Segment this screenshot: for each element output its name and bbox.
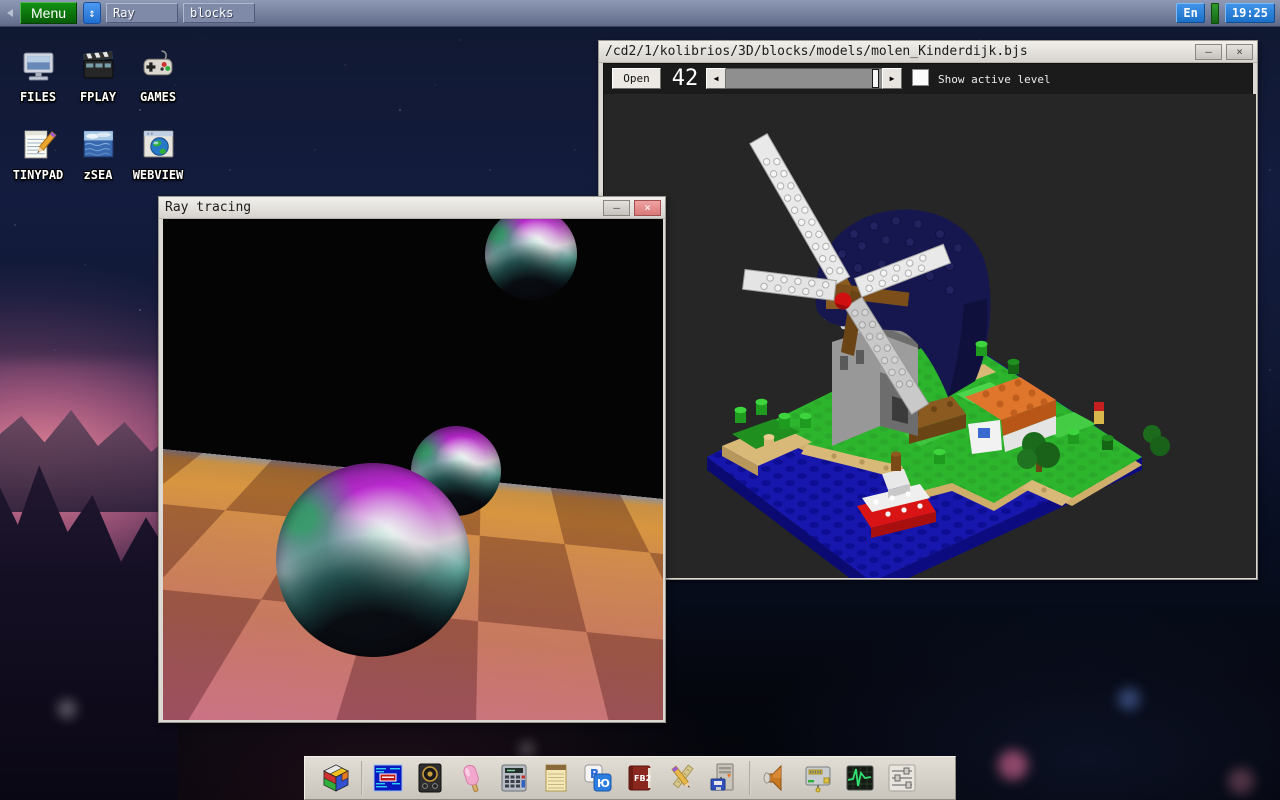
notepad-icon[interactable]	[540, 762, 572, 794]
keyboard-layout-ru-icon[interactable]: R Ю	[582, 762, 614, 794]
sphere-far	[485, 219, 577, 300]
close-button[interactable]: ×	[1226, 44, 1253, 60]
calculator-icon[interactable]	[498, 762, 530, 794]
bokeh-light	[1228, 768, 1254, 794]
open-button[interactable]: Open	[612, 68, 661, 89]
film-clapper-icon	[80, 48, 117, 85]
scroll-right-arrow-icon[interactable]: ▶	[882, 68, 902, 89]
desktop-icon-fplay[interactable]: FPLAY	[68, 48, 128, 126]
show-active-level-checkbox[interactable]	[912, 69, 929, 86]
show-active-level-label: Show active level	[938, 73, 1051, 86]
model-viewport[interactable]	[604, 94, 1256, 578]
design-tools-icon[interactable]	[666, 762, 698, 794]
taskbar-item-blocks[interactable]: blocks	[183, 3, 255, 23]
bokeh-light	[520, 742, 534, 756]
volume-icon[interactable]	[760, 762, 792, 794]
scrollbar-thumb[interactable]	[872, 69, 879, 88]
bokeh-light	[1118, 688, 1140, 710]
menu-button[interactable]: Menu	[20, 2, 77, 24]
rubik-cube-icon[interactable]	[320, 762, 352, 794]
language-indicator[interactable]: En	[1176, 3, 1204, 23]
computer-monitor-icon	[20, 48, 57, 85]
blocks-window-titlebar[interactable]: /cd2/1/kolibrios/3D/blocks/models/molen_…	[599, 41, 1257, 63]
ray-tracing-window: Ray tracing – ×	[158, 196, 666, 723]
bokeh-light	[998, 750, 1028, 780]
notepad-pencil-icon	[20, 126, 57, 163]
taskbar-clock[interactable]: 19:25	[1225, 3, 1275, 23]
desktop-icon-label: GAMES	[140, 90, 176, 104]
blocks-window: /cd2/1/kolibrios/3D/blocks/models/molen_…	[598, 40, 1258, 580]
dock-divider	[749, 761, 751, 795]
svg-text:Ю: Ю	[597, 777, 610, 790]
blocks-toolbar: Open 42 ◀ ▶ Show active level	[604, 64, 1252, 94]
bokeh-light	[58, 700, 76, 718]
lego-windmill-model	[604, 94, 1256, 578]
close-button[interactable]: ×	[634, 200, 661, 216]
blocks-window-title: /cd2/1/kolibrios/3D/blocks/models/molen_…	[605, 44, 1191, 59]
gamepad-icon	[140, 48, 177, 85]
system-installer-icon[interactable]	[708, 762, 740, 794]
scroll-left-arrow-icon[interactable]: ◀	[706, 68, 726, 89]
desktop-icon-label: zSEA	[84, 168, 113, 182]
minimize-button[interactable]: –	[1195, 44, 1222, 60]
dock-divider	[361, 761, 363, 795]
browser-globe-icon	[140, 126, 177, 163]
speaker-box-icon[interactable]	[414, 762, 446, 794]
mixer-settings-icon[interactable]	[886, 762, 918, 794]
desktop-icon-files[interactable]: FILES	[8, 48, 68, 126]
sea-photo-icon	[80, 126, 117, 163]
hide-panel-arrow-icon[interactable]	[7, 9, 13, 17]
scrollbar-track[interactable]	[726, 68, 882, 89]
blocks-window-content: Open 42 ◀ ▶ Show active level	[603, 63, 1253, 577]
system-monitor-icon[interactable]	[844, 762, 876, 794]
desktop-icon-webview[interactable]: WEBVIEW	[128, 126, 188, 204]
minimize-button[interactable]: –	[603, 200, 630, 216]
desktop-icon-grid: FILES FPLAY GAMES	[8, 48, 188, 204]
ray-window-titlebar[interactable]: Ray tracing – ×	[159, 197, 665, 219]
taskbar-item-ray[interactable]: Ray	[106, 3, 178, 23]
level-scrollbar[interactable]: ◀ ▶	[706, 68, 902, 89]
ray-window-title: Ray tracing	[165, 200, 599, 215]
level-value: 42	[666, 66, 704, 91]
sphere-large	[276, 463, 470, 657]
cpu-load-indicator[interactable]	[1211, 3, 1219, 24]
desktop-icon-label: FPLAY	[80, 90, 116, 104]
fb2-reader-icon[interactable]: FB2	[624, 762, 656, 794]
network-card-icon[interactable]	[802, 762, 834, 794]
desktop-icon-label: TINYPAD	[13, 168, 64, 182]
svg-text:FB2: FB2	[634, 774, 651, 783]
desktop-icon-games[interactable]: GAMES	[128, 48, 188, 126]
taskbar: Menu ↕ Ray blocks En 19:25	[0, 0, 1280, 27]
desktop-icon-label: FILES	[20, 90, 56, 104]
text-editor-icon[interactable]	[372, 762, 404, 794]
ray-scene	[163, 219, 663, 720]
ice-cream-icon[interactable]	[456, 762, 488, 794]
dock: R Ю FB2	[304, 756, 956, 800]
desktop-icon-label: WEBVIEW	[133, 168, 184, 182]
desktop-icon-tinypad[interactable]: TINYPAD	[8, 126, 68, 204]
window-switch-icon[interactable]: ↕	[83, 2, 101, 24]
desktop-icon-zsea[interactable]: zSEA	[68, 126, 128, 204]
